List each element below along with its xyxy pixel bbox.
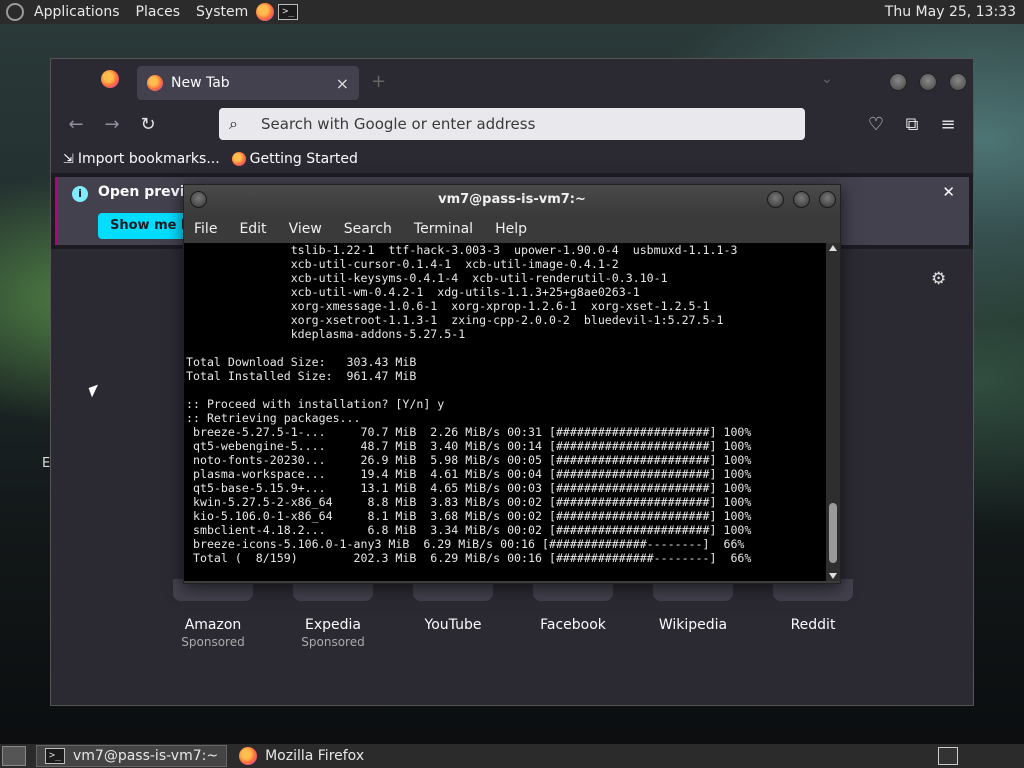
bookmarks-toolbar: ⇲ Import bookmarks... Getting Started: [51, 145, 973, 173]
shortcut-reddit[interactable]: Reddit: [753, 617, 873, 633]
terminal-output: tslib-1.22-1 ttf-hack-3.003-3 upower-1.9…: [186, 243, 752, 565]
shortcut-facebook[interactable]: Facebook: [513, 617, 633, 633]
terminal-menubar: File Edit View Search Terminal Help: [184, 215, 840, 243]
close-window-button[interactable]: [949, 73, 967, 91]
window-menu-button[interactable]: [190, 191, 207, 208]
bookmark-getting-started[interactable]: Getting Started: [231, 151, 358, 167]
tab-new-tab[interactable]: New Tab ×: [137, 66, 359, 100]
firefox-icon: [239, 747, 258, 765]
shortcut-expedia[interactable]: Expedia Sponsored: [273, 617, 393, 649]
chevron-down-icon[interactable]: ⌄: [821, 71, 833, 87]
firefox-icon: [147, 75, 163, 91]
tab-bar: New Tab × + ⌄: [51, 59, 973, 105]
close-notification-icon[interactable]: ✕: [942, 183, 955, 201]
scroll-up-icon[interactable]: [829, 245, 837, 251]
taskbar-item-firefox[interactable]: Mozilla Firefox: [231, 745, 372, 767]
notification-message: Open previo: [98, 184, 195, 200]
shortcut-label: Facebook: [540, 617, 606, 633]
hamburger-menu-icon[interactable]: ≡: [937, 114, 959, 135]
reload-icon[interactable]: ↻: [137, 114, 159, 135]
info-icon: i: [72, 186, 88, 202]
firefox-launcher-icon[interactable]: [256, 3, 275, 21]
maximize-button[interactable]: [793, 191, 810, 208]
workspace-switcher-icon[interactable]: [938, 747, 958, 765]
minimize-button[interactable]: [767, 191, 784, 208]
search-icon: ⌕: [229, 114, 238, 133]
task-label: vm7@pass-is-vm7:~: [73, 748, 219, 764]
forward-arrow-icon[interactable]: →: [101, 114, 123, 135]
shortcut-label: Amazon: [184, 617, 242, 633]
menu-help[interactable]: Help: [495, 221, 527, 237]
terminal-output-area[interactable]: tslib-1.22-1 ttf-hack-3.003-3 upower-1.9…: [184, 243, 826, 581]
taskbar-item-terminal[interactable]: >_ vm7@pass-is-vm7:~: [36, 745, 228, 767]
menu-view[interactable]: View: [289, 221, 322, 237]
terminal-scrollbar[interactable]: [826, 243, 840, 581]
shortcut-youtube[interactable]: YouTube: [393, 617, 513, 633]
nav-bar: ← → ↻ ⌕ Search with Google or enter addr…: [51, 105, 973, 145]
shortcut-label: Reddit: [790, 617, 836, 633]
menu-file[interactable]: File: [194, 221, 217, 237]
terminal-window: vm7@pass-is-vm7:~ File Edit View Search …: [183, 184, 841, 584]
desktop-label-fragment: E: [42, 456, 51, 471]
scrollbar-thumb[interactable]: [829, 503, 837, 563]
menu-edit[interactable]: Edit: [239, 221, 266, 237]
clock[interactable]: Thu May 25, 13:33: [877, 0, 1024, 24]
terminal-title: vm7@pass-is-vm7:~: [438, 192, 586, 207]
import-icon: ⇲: [63, 151, 74, 167]
close-tab-icon[interactable]: ×: [336, 74, 349, 93]
shortcut-label: Wikipedia: [658, 617, 728, 633]
menu-search[interactable]: Search: [344, 221, 392, 237]
places-menu[interactable]: Places: [128, 0, 189, 24]
minimize-button[interactable]: [889, 73, 907, 91]
address-bar[interactable]: ⌕ Search with Google or enter address: [219, 108, 805, 140]
top-panel: Applications Places System >_ Thu May 25…: [0, 0, 1024, 24]
sponsored-label: Sponsored: [301, 635, 365, 649]
tab-title: New Tab: [171, 75, 230, 91]
bottom-panel: >_ vm7@pass-is-vm7:~ Mozilla Firefox: [0, 744, 1024, 768]
system-menu[interactable]: System: [188, 0, 256, 24]
terminal-launcher-icon[interactable]: >_: [278, 4, 299, 20]
menu-terminal[interactable]: Terminal: [414, 221, 473, 237]
scroll-down-icon[interactable]: [829, 573, 837, 579]
terminal-icon: >_: [45, 748, 65, 764]
bookmark-label: Import bookmarks...: [77, 151, 220, 167]
bookmark-import[interactable]: ⇲ Import bookmarks...: [63, 151, 220, 167]
bookmark-label: Getting Started: [249, 151, 358, 167]
distro-logo-icon[interactable]: [6, 3, 24, 21]
task-label: Mozilla Firefox: [265, 748, 365, 764]
extensions-icon[interactable]: ⧉: [901, 114, 923, 135]
pocket-icon[interactable]: ♡: [865, 114, 887, 135]
terminal-titlebar[interactable]: vm7@pass-is-vm7:~: [184, 185, 840, 215]
shortcut-amazon[interactable]: Amazon Sponsored: [153, 617, 273, 649]
back-arrow-icon[interactable]: ←: [65, 114, 87, 135]
shortcut-label: Expedia: [305, 617, 361, 633]
shortcut-label: YouTube: [424, 617, 482, 633]
close-window-button[interactable]: [819, 191, 836, 208]
firefox-icon: [231, 152, 246, 166]
applications-menu[interactable]: Applications: [26, 0, 128, 24]
sponsored-label: Sponsored: [181, 635, 245, 649]
address-placeholder: Search with Google or enter address: [261, 115, 536, 133]
shortcut-wikipedia[interactable]: Wikipedia: [633, 617, 753, 633]
firefox-view-icon[interactable]: [101, 70, 119, 88]
new-tab-button[interactable]: +: [371, 71, 386, 92]
show-desktop-button[interactable]: [2, 746, 26, 766]
gear-icon[interactable]: ⚙: [931, 269, 946, 289]
maximize-button[interactable]: [919, 73, 937, 91]
